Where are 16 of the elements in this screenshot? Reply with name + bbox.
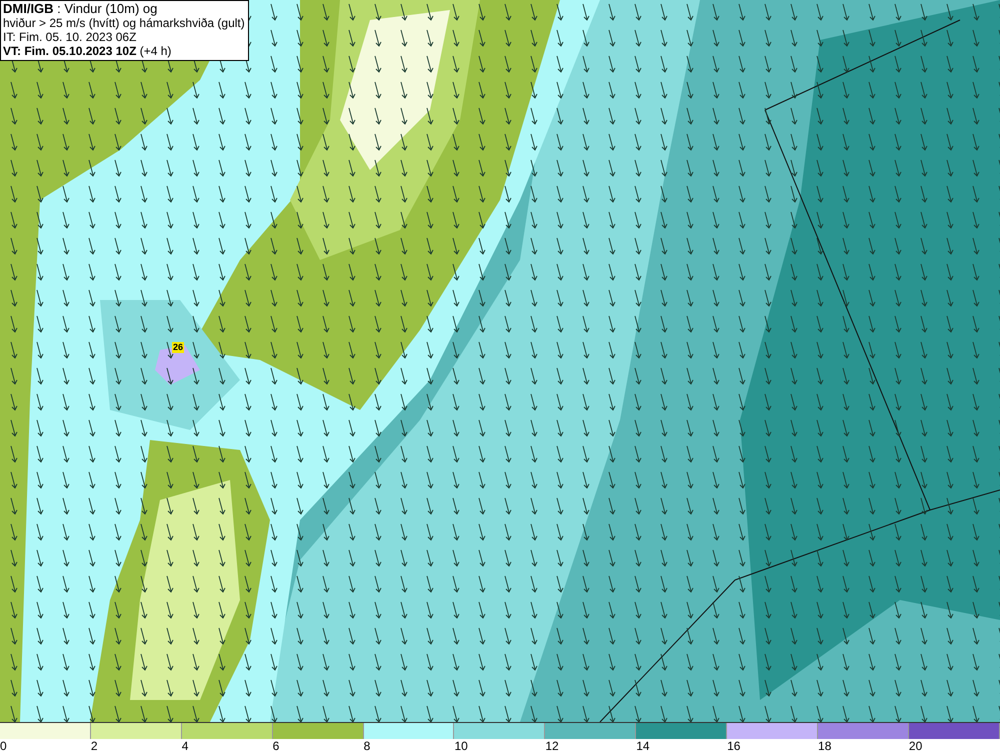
gust-label: 26 — [172, 342, 184, 353]
map-caption: VT: Fim. 05.10.2023 10Z (+4 h) — [3, 44, 172, 58]
scale-label: 10 — [454, 739, 468, 753]
scale-label: 6 — [272, 739, 280, 753]
scale-label: 14 — [636, 739, 650, 753]
scale-label: 0 — [0, 739, 7, 753]
scale-label: 4 — [182, 739, 188, 753]
scale-label: 12 — [545, 739, 559, 753]
scale-label: 16 — [727, 739, 740, 753]
scale-label: 20 — [908, 739, 922, 753]
scale-label: 2 — [90, 739, 98, 753]
map-caption: IT: Fim. 05. 10. 2023 06Z — [3, 30, 138, 44]
scale-label: 8 — [364, 739, 370, 753]
map-caption: hviður > 25 m/s (hvítt) og hámarkshviða (gult) — [3, 16, 245, 30]
map-caption: DMI/IGB : Vindur (10m) og — [3, 2, 158, 16]
scale-label: 18 — [818, 739, 832, 753]
